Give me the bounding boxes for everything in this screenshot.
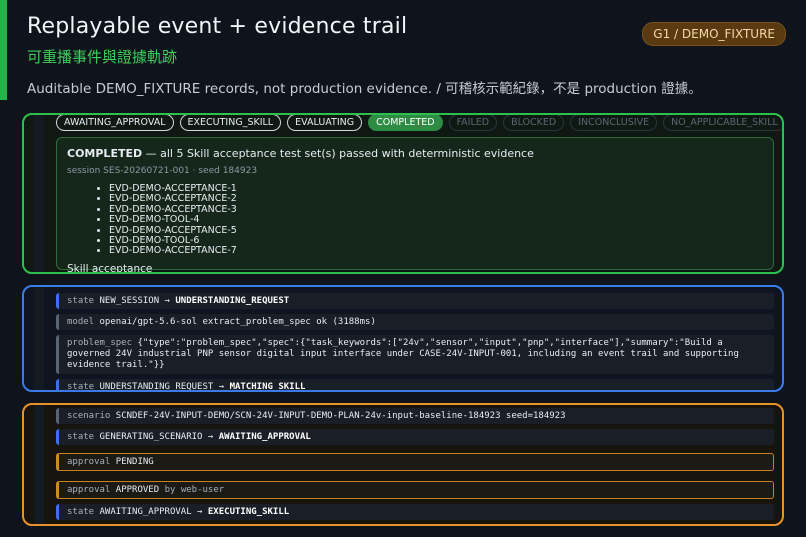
evidence-list: EVD-DEMO-ACCEPTANCE-1 EVD-DEMO-ACCEPTANC… <box>109 183 763 257</box>
page-subtitle: 可重播事件與證據軌跡 <box>27 48 178 66</box>
completed-event-panel: AWAITING_APPROVAL EXECUTING_SKILL EVALUA… <box>22 113 784 274</box>
scenario-row: scenario SCNDEF-24V-INPUT-DEMO/SCN-24V-I… <box>56 408 774 424</box>
row-key: state <box>67 432 95 442</box>
row-key: state <box>67 507 95 517</box>
status-chip[interactable]: INCONCLUSIVE <box>570 115 658 131</box>
status-chip[interactable]: AWAITING_APPROVAL <box>56 115 174 131</box>
page-header: Replayable event + evidence trail 可重播事件與… <box>27 14 786 97</box>
fixture-badge: G1 / DEMO_FIXTURE <box>642 22 786 46</box>
row-state: AWAITING_APPROVAL <box>218 432 311 442</box>
row-key: state <box>67 382 95 392</box>
understanding-event-panel: state NEW_SESSION → UNDERSTANDING_REQUES… <box>22 285 784 392</box>
approval-status: PENDING <box>115 457 154 467</box>
row-value: {"type":"problem_spec","spec":{"task_key… <box>67 338 739 370</box>
row-value: NEW_SESSION → <box>99 296 170 306</box>
event-rows: state NEW_SESSION → UNDERSTANDING_REQUES… <box>56 293 774 392</box>
approval-approved-row: approval APPROVED by web-user <box>56 481 774 499</box>
evidence-item[interactable]: EVD-DEMO-ACCEPTANCE-7 <box>109 246 763 257</box>
row-key: approval <box>67 485 111 495</box>
page-description: Auditable DEMO_FIXTURE records, not prod… <box>27 81 702 97</box>
row-key: approval <box>67 457 111 467</box>
timeline-rail <box>34 287 44 390</box>
status-chip[interactable]: BLOCKED <box>503 115 565 131</box>
event-rows: scenario SCNDEF-24V-INPUT-DEMO/SCN-24V-I… <box>56 408 774 524</box>
state-transition-row: state GENERATING_SCENARIO → AWAITING_APP… <box>56 429 774 445</box>
skill-acceptance-label: Skill acceptance <box>67 262 153 274</box>
approval-event-panel: scenario SCNDEF-24V-INPUT-DEMO/SCN-24V-I… <box>22 403 784 526</box>
approver: by web-user <box>164 485 225 495</box>
completed-status: COMPLETED <box>67 147 143 160</box>
row-key: scenario <box>67 411 111 421</box>
state-transition-row: state AWAITING_APPROVAL → EXECUTING_SKIL… <box>56 504 774 520</box>
session-meta: session SES-20260721-001 · seed 184923 <box>67 166 258 176</box>
completed-headline: COMPLETED — all 5 Skill acceptance test … <box>67 147 763 160</box>
header-accent-bar <box>0 0 7 100</box>
approval-status: APPROVED <box>115 485 160 495</box>
row-state: EXECUTING_SKILL <box>207 507 290 517</box>
row-value: UNDERSTANDING_REQUEST → <box>99 382 225 392</box>
row-state: UNDERSTANDING_REQUEST <box>175 296 290 306</box>
row-value: openai/gpt-5.6-sol extract_problem_spec … <box>99 317 376 327</box>
problem-spec-row: problem_spec {"type":"problem_spec","spe… <box>56 335 774 374</box>
row-value: AWAITING_APPROVAL → <box>99 507 203 517</box>
timeline-rail <box>34 405 44 524</box>
completed-summary-card: COMPLETED — all 5 Skill acceptance test … <box>56 137 774 272</box>
model-call-row: model openai/gpt-5.6-sol extract_problem… <box>56 314 774 330</box>
status-chip[interactable]: NO_APPLICABLE_SKILL <box>663 115 782 131</box>
status-chip-row: AWAITING_APPROVAL EXECUTING_SKILL EVALUA… <box>56 115 782 131</box>
completed-message: — all 5 Skill acceptance test set(s) pas… <box>145 147 534 160</box>
status-chip[interactable]: EVALUATING <box>287 115 363 131</box>
timeline-rail <box>34 115 44 272</box>
row-value: GENERATING_SCENARIO → <box>99 432 214 442</box>
status-chip[interactable]: COMPLETED <box>368 115 443 131</box>
evidence-item[interactable]: EVD-DEMO-ACCEPTANCE-3 <box>109 204 763 215</box>
approval-pending-row: approval PENDING <box>56 453 774 471</box>
state-transition-row: state NEW_SESSION → UNDERSTANDING_REQUES… <box>56 293 774 309</box>
status-chip[interactable]: EXECUTING_SKILL <box>179 115 282 131</box>
state-transition-row: state UNDERSTANDING_REQUEST → MATCHING_S… <box>56 379 774 392</box>
row-key: problem_spec <box>67 338 133 348</box>
row-key: model <box>67 317 95 327</box>
row-key: state <box>67 296 95 306</box>
row-state: MATCHING_SKILL <box>229 382 306 392</box>
row-value: SCNDEF-24V-INPUT-DEMO/SCN-24V-INPUT-DEMO… <box>115 411 566 421</box>
evidence-item[interactable]: EVD-DEMO-ACCEPTANCE-5 <box>109 225 763 236</box>
status-chip[interactable]: FAILED <box>448 115 498 131</box>
